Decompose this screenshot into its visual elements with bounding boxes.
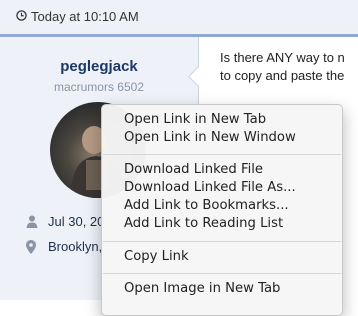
menu-item-download-linked-file-as[interactable]: Download Linked File As... <box>124 180 296 195</box>
post-line: Is there ANY way to n <box>220 50 345 65</box>
menu-item-download-linked-file[interactable]: Download Linked File <box>124 162 263 177</box>
clock-icon <box>16 9 27 24</box>
menu-separator <box>103 273 341 274</box>
post-header: Today at 10:10 AM <box>0 0 358 34</box>
context-menu: Open Link in New Tab Open Link in New Wi… <box>101 104 343 316</box>
menu-item-open-image-new-tab[interactable]: Open Image in New Tab <box>124 281 280 296</box>
location-pin-icon <box>26 239 40 254</box>
user-title: macrumors 6502 <box>53 80 145 94</box>
joined-row: Jul 30, 20 <box>26 214 104 229</box>
post-timestamp[interactable]: Today at 10:10 AM <box>16 9 139 24</box>
menu-item-open-link-new-window[interactable]: Open Link in New Window <box>124 130 296 145</box>
menu-item-add-link-bookmarks[interactable]: Add Link to Bookmarks... <box>124 198 289 213</box>
join-date: Jul 30, 20 <box>48 214 105 229</box>
timestamp-text: Today at 10:10 AM <box>31 9 139 24</box>
location-row: Brooklyn, <box>26 239 102 254</box>
location: Brooklyn, <box>48 239 103 254</box>
user-icon <box>26 215 40 228</box>
post-body: Is there ANY way to n to copy and paste … <box>220 49 358 85</box>
menu-separator <box>103 241 341 242</box>
username[interactable]: peglegjack <box>0 58 198 75</box>
menu-item-copy-link[interactable]: Copy Link <box>124 249 189 264</box>
post-line: to copy and paste the <box>220 68 345 83</box>
menu-separator <box>103 154 341 155</box>
menu-item-open-link-new-tab[interactable]: Open Link in New Tab <box>124 112 266 127</box>
menu-item-add-link-reading-list[interactable]: Add Link to Reading List <box>124 216 283 231</box>
